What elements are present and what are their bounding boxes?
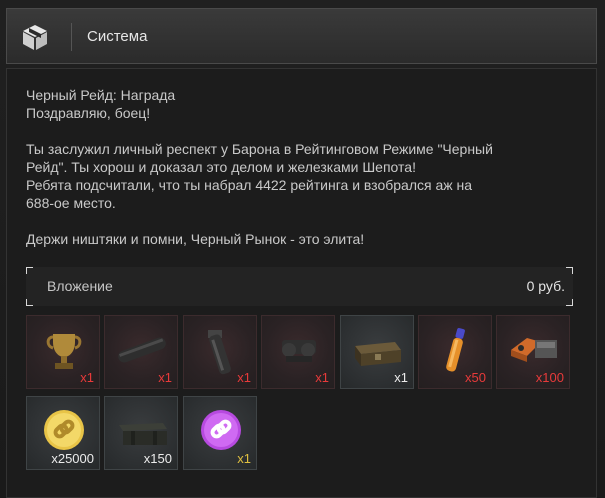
attachment-label: Вложение xyxy=(47,278,113,294)
window-title: Система xyxy=(87,28,148,45)
corner-mark xyxy=(566,267,573,274)
message-line: 688-ое место. xyxy=(26,195,116,211)
reward-item-mount[interactable]: x1 xyxy=(261,315,335,389)
reward-item-case[interactable]: x1 xyxy=(340,315,414,389)
reward-item-gold-coin[interactable]: x25000 xyxy=(26,396,100,470)
item-quantity: x25000 xyxy=(51,451,94,466)
message-line: Рейд". Ты хорош и доказал это делом и же… xyxy=(26,159,416,175)
message-line: Ты заслужил личный респект у Барона в Ре… xyxy=(26,141,493,157)
item-quantity: x50 xyxy=(465,370,486,385)
reward-item-booster[interactable]: x50 xyxy=(418,315,492,389)
item-quantity: x1 xyxy=(315,370,329,385)
message-line: Держи ништяки и помни, Черный Рынок - эт… xyxy=(26,231,365,247)
item-quantity: x1 xyxy=(80,370,94,385)
message-gap xyxy=(26,212,586,230)
message-subject: Черный Рейд: Награда xyxy=(26,87,176,103)
message-body: Черный Рейд: Награда Поздравляю, боец! Т… xyxy=(26,86,586,248)
item-quantity: x1 xyxy=(237,370,251,385)
message-line: Ребята подсчитали, что ты набрал 4422 ре… xyxy=(26,177,473,193)
attachment-amount: 0 руб. xyxy=(526,278,565,294)
item-quantity: x1 xyxy=(237,451,251,466)
message-gap xyxy=(26,122,586,140)
message-line: Поздравляю, боец! xyxy=(26,105,151,121)
item-quantity: x100 xyxy=(535,370,564,385)
box-icon xyxy=(23,25,47,50)
reward-item-crate[interactable]: x150 xyxy=(104,396,178,470)
reward-item-trophy[interactable]: x1 xyxy=(26,315,100,389)
item-quantity: x1 xyxy=(158,370,172,385)
header-bar: Система xyxy=(6,8,597,64)
attachment-bar: Вложение 0 руб. xyxy=(26,267,573,306)
corner-mark xyxy=(26,299,33,306)
reward-item-silencer[interactable]: x1 xyxy=(104,315,178,389)
reward-item-grip[interactable]: x1 xyxy=(183,315,257,389)
corner-mark xyxy=(566,299,573,306)
item-quantity: x1 xyxy=(394,370,408,385)
item-quantity: x150 xyxy=(143,451,172,466)
reward-item-repair-kit[interactable]: x100 xyxy=(496,315,570,389)
reward-item-purple-coin[interactable]: x1 xyxy=(183,396,257,470)
header-divider xyxy=(71,23,72,51)
corner-mark xyxy=(26,267,33,274)
